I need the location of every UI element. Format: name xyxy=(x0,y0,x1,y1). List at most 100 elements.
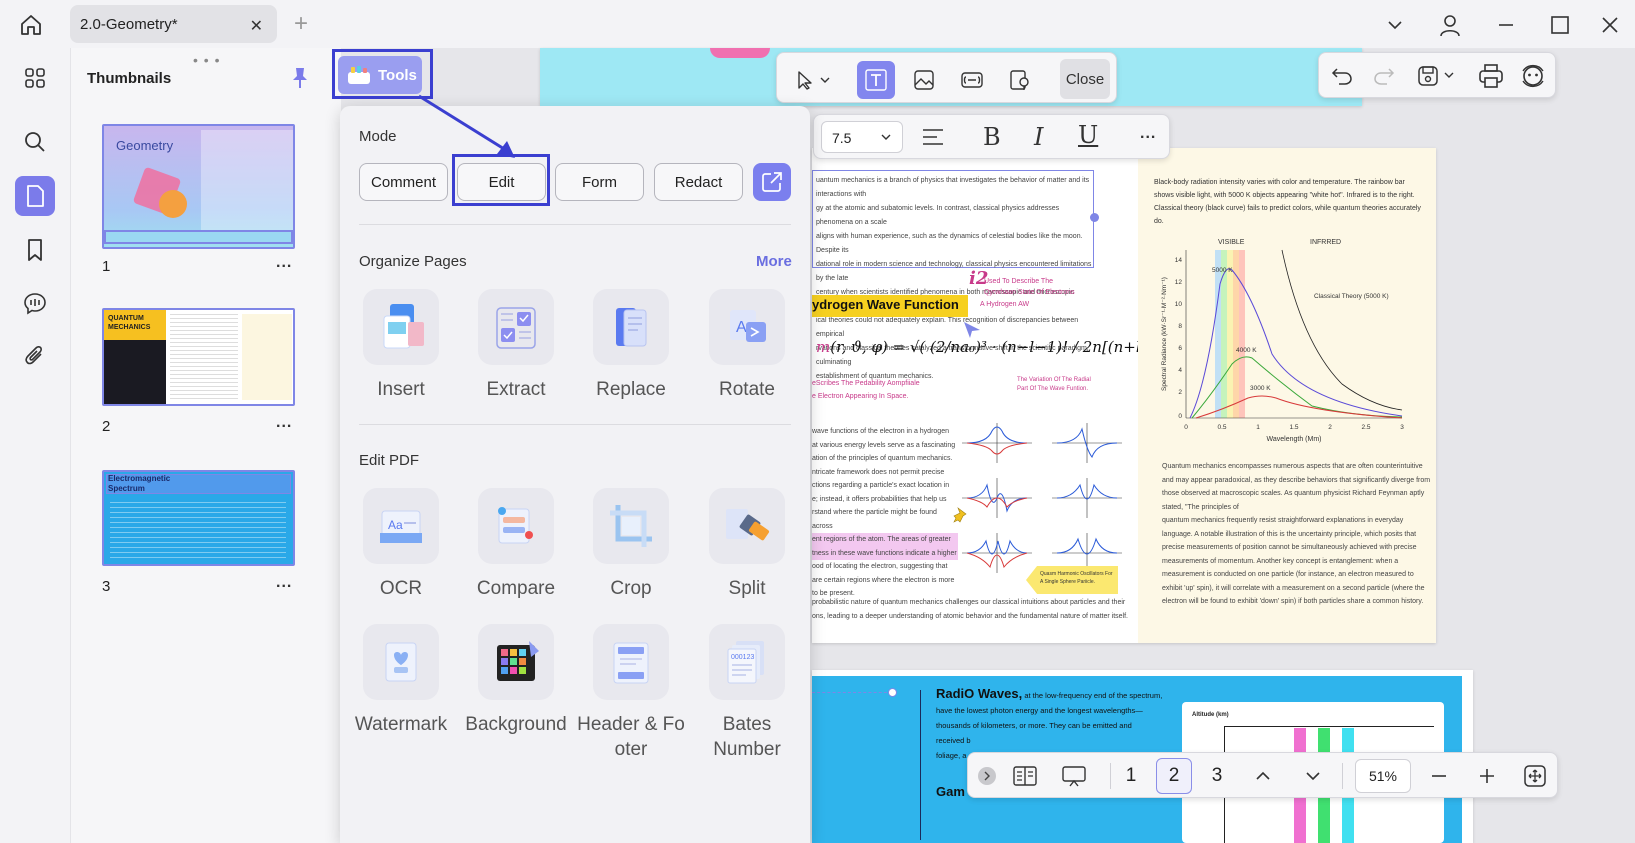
thumb-1-title: Geometry xyxy=(116,138,174,153)
split-icon[interactable] xyxy=(709,488,785,564)
comments-icon[interactable] xyxy=(15,283,55,323)
rotate-icon[interactable]: A xyxy=(709,289,785,365)
pin-icon[interactable] xyxy=(289,66,311,90)
align-left-icon[interactable] xyxy=(922,127,944,152)
reading-mode-icon[interactable] xyxy=(1012,764,1038,793)
extract-label: Extract xyxy=(486,379,546,400)
header-footer-icon[interactable] xyxy=(593,624,669,700)
bookmark-icon[interactable] xyxy=(15,230,55,270)
text-line: thousands of kilometers, or more. They c… xyxy=(936,721,1132,730)
close-tab-icon[interactable]: ✕ xyxy=(250,16,263,36)
text-line: ctions regarding a particle's exact loca… xyxy=(812,482,950,489)
insert-icon[interactable] xyxy=(363,289,439,365)
text-tool-button[interactable] xyxy=(857,61,895,99)
chevron-down-icon[interactable] xyxy=(1382,12,1408,38)
text-line: exhibit 'up' spin), it will correlate wi… xyxy=(1162,584,1425,592)
page-2-more-button[interactable]: ... xyxy=(276,414,292,432)
fit-page-icon[interactable] xyxy=(1523,764,1547,793)
zoom-level-input[interactable]: 51% xyxy=(1355,759,1411,793)
ocr-label: OCR xyxy=(379,578,423,599)
thumbnails-page-icon[interactable] xyxy=(15,176,55,216)
annotation-probability-2: e Electron Appearing In Space. xyxy=(812,393,909,400)
redact-mode-button[interactable]: Redact xyxy=(654,163,743,201)
page-3-handle[interactable] xyxy=(888,688,897,697)
panel-grip-handle[interactable]: • • • xyxy=(193,52,220,68)
background-icon[interactable] xyxy=(478,624,554,700)
thumb-2-chart xyxy=(242,314,292,400)
visible-label: VISIBLE xyxy=(1218,239,1245,246)
page-3-button[interactable]: 3 xyxy=(1199,758,1235,794)
next-page-icon[interactable] xyxy=(1304,767,1322,790)
search-icon[interactable] xyxy=(15,122,55,162)
close-edit-button[interactable]: Close xyxy=(1060,59,1110,99)
select-tool-button[interactable] xyxy=(785,61,841,99)
bates-number-icon[interactable]: 000123 xyxy=(709,624,785,700)
watermark-location-button[interactable] xyxy=(1001,61,1039,99)
replace-icon[interactable] xyxy=(593,289,669,365)
page-thumbnail-3[interactable]: Electromagnetic Spectrum xyxy=(102,470,295,566)
maximize-icon[interactable] xyxy=(1547,12,1573,38)
form-mode-button[interactable]: Form xyxy=(555,163,644,201)
series-label-4000k: 4000 K xyxy=(1236,347,1257,354)
save-icon[interactable] xyxy=(1417,65,1457,92)
x-tick: 0 xyxy=(1184,424,1188,431)
undo-icon[interactable] xyxy=(1331,65,1353,90)
previous-page-icon[interactable] xyxy=(1254,767,1272,790)
page-3-divider xyxy=(920,690,921,840)
page-2-button[interactable]: 2 xyxy=(1156,758,1192,794)
close-window-icon[interactable] xyxy=(1597,12,1623,38)
font-size-value: 7.5 xyxy=(832,130,852,146)
page-2-bottom-line-1: probabilistic nature of quantum mechanic… xyxy=(812,599,1126,606)
apps-grid-icon[interactable] xyxy=(15,58,55,98)
page-1-more-button[interactable]: ... xyxy=(276,254,292,272)
more-options-button[interactable]: ... xyxy=(1140,125,1156,143)
crop-icon[interactable] xyxy=(593,488,669,564)
italic-icon[interactable]: I xyxy=(1034,123,1043,151)
attachment-icon[interactable] xyxy=(15,336,55,376)
page-1-button[interactable]: 1 xyxy=(1113,758,1149,794)
presentation-icon[interactable] xyxy=(1060,764,1088,793)
spectrum-band-yellow xyxy=(1227,250,1233,418)
font-size-select[interactable]: 7.5 xyxy=(821,121,903,153)
print-icon[interactable] xyxy=(1478,63,1504,94)
edit-pdf-section-label: Edit PDF xyxy=(359,452,420,469)
thumbnails-panel: • • • Thumbnails Geometry 1 ... QUANTUM … xyxy=(70,48,341,843)
ocr-icon[interactable]: Aa xyxy=(363,488,439,564)
page-3-guide xyxy=(812,692,892,693)
text-line: ood of locating the electron, suggesting… xyxy=(812,563,948,570)
page-1-shape xyxy=(710,48,770,58)
page-3-more-button[interactable]: ... xyxy=(276,574,292,592)
comment-mode-button[interactable]: Comment xyxy=(359,163,448,201)
text-line: uantum mechanics is a branch of physics … xyxy=(816,177,1090,198)
organize-more-link[interactable]: More xyxy=(756,253,792,270)
collapse-bar-icon[interactable] xyxy=(978,767,996,785)
y-tick: 2 xyxy=(1178,389,1182,396)
link-tool-button[interactable] xyxy=(953,61,991,99)
watermark-icon[interactable] xyxy=(363,624,439,700)
page-2[interactable]: uantum mechanics is a branch of physics … xyxy=(812,148,1436,643)
extract-icon[interactable] xyxy=(478,289,554,365)
pin-note-icon[interactable] xyxy=(952,506,970,529)
share-button[interactable] xyxy=(753,163,791,201)
sticky-note-text: Quasm Harmonic Oscillators For A Single … xyxy=(1040,571,1113,585)
bold-icon[interactable]: B xyxy=(983,123,1001,151)
ai-assistant-icon[interactable] xyxy=(1518,61,1548,96)
thumb-2-text xyxy=(170,314,238,400)
underline-icon[interactable]: U xyxy=(1078,121,1098,149)
compare-icon[interactable] xyxy=(478,488,554,564)
new-tab-icon[interactable]: + xyxy=(294,10,308,38)
page-thumbnail-1[interactable]: Geometry xyxy=(102,124,295,249)
edit-toolbar: Close xyxy=(776,52,1117,103)
bates-number-label: Bates Number xyxy=(713,714,781,760)
image-tool-button[interactable] xyxy=(905,61,943,99)
zoom-out-icon[interactable] xyxy=(1430,767,1448,790)
document-tab[interactable]: 2.0-Geometry* ✕ xyxy=(70,5,277,43)
minimize-icon[interactable] xyxy=(1493,12,1519,38)
text-line: received b xyxy=(936,736,971,745)
home-icon[interactable] xyxy=(18,12,44,38)
account-icon[interactable] xyxy=(1437,12,1463,38)
text-line: ation of the principles of quantum mecha… xyxy=(812,455,953,462)
redo-icon[interactable] xyxy=(1373,65,1395,90)
page-thumbnail-2[interactable]: QUANTUM MECHANICS xyxy=(102,308,295,406)
zoom-in-icon[interactable] xyxy=(1478,767,1496,790)
